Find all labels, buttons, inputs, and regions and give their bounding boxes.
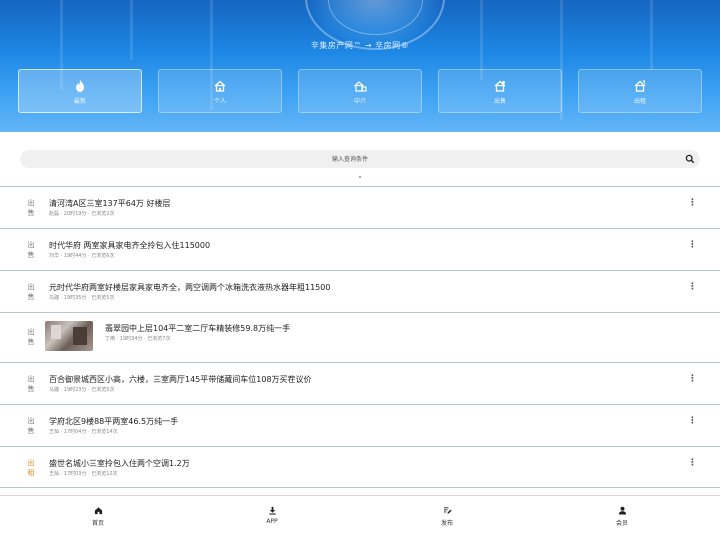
listing-meta: 赵磊 · 20时19分 · 已浏览2次 [49,211,115,217]
tab-agency[interactable]: 中介 [298,69,422,113]
category-char: 出 [27,375,35,383]
category-char: 出 [27,459,35,467]
listing-meta: 马骊 · 19时23分 · 已浏览5次 [49,387,115,393]
building-icon [354,81,367,92]
header-banner: 辛集房产网™ → 辛房网® 最新 个人 中介 出售 出租 [0,0,720,132]
listing-meta: 丁雨 · 19时34分 · 已浏览7次 [105,336,171,342]
nav-label: 首页 [91,520,104,527]
thumbnail-window [51,325,61,339]
nav-publish[interactable]: 发布 [417,506,477,527]
listing-title: 清河湾A区三室137平64万 好楼层 [49,199,171,208]
home-sale-icon [494,80,506,92]
category-char: 售 [27,338,35,346]
download-icon [268,506,276,515]
category-char: 售 [27,385,35,393]
tab-label: 个人 [213,98,226,105]
category-tabs: 最新 个人 中介 出售 出租 [18,69,702,113]
home-icon [214,80,226,92]
category-char: 出 [27,241,35,249]
banner-light-streak [130,0,133,60]
listing-list: 出 售 清河湾A区三室137平64万 好楼层 赵磊 · 20时19分 · 已浏览… [0,186,720,488]
category-char: 出 [27,328,35,336]
list-item[interactable]: 出 租 盛世名城小三室拎包入住两个空调1.2万 王灿 · 17时03分 · 已浏… [0,446,720,488]
listing-title: 时代华府 两室家具家电齐全拎包入住115000 [49,241,211,250]
listing-category: 出 租 [25,458,37,478]
listing-title: 元时代华府两室好楼层家具家电齐全，两空调两个冰箱洗衣液热水器年租11500 [49,283,331,292]
search-input[interactable] [20,150,680,168]
listing-category: 出 售 [25,416,37,436]
listing-title: 学府北区9楼88平两室46.5万纯一手 [49,417,179,426]
tab-latest[interactable]: 最新 [18,69,142,113]
more-options-icon[interactable]: ⋮ [688,375,697,384]
category-char: 售 [27,251,35,259]
category-char: 出 [27,283,35,291]
tab-label: 出售 [493,98,506,105]
banner-light-streak [650,0,653,70]
list-item[interactable]: 出 售 时代华府 两室家具家电齐全拎包入住115000 刘华 · 19时44分 … [0,228,720,270]
listing-thumbnail[interactable] [45,321,93,351]
home-rent-icon [634,80,646,92]
category-char: 售 [27,293,35,301]
list-item[interactable]: 出 售 翡翠园中上层104平二室二厅车精装修59.8万纯一手 丁雨 · 19时3… [0,312,720,362]
pull-indicator [359,176,361,178]
category-char: 出 [27,199,35,207]
category-char: 出 [27,417,35,425]
tab-personal[interactable]: 个人 [158,69,282,113]
category-char: 租 [27,469,35,477]
tab-label: 出租 [633,98,646,105]
listing-meta: 刘华 · 19时44分 · 已浏览6次 [49,253,115,259]
home-icon [94,507,102,515]
list-item[interactable]: 出 售 学府北区9楼88平两室46.5万纯一手 王灿 · 17时04分 · 已浏… [0,404,720,446]
listing-meta: 王灿 · 17时03分 · 已浏览12次 [49,471,118,477]
listing-title: 百合御景城西区小高，六楼，三室两厅145平带储藏间车位108万买茬议价 [49,375,312,384]
site-title: 辛集房产网™ → 辛房网® [310,41,410,50]
category-char: 售 [27,427,35,435]
nav-app[interactable]: APP [242,506,302,525]
listing-category: 出 售 [25,198,37,218]
listing-title: 盛世名城小三室拎包入住两个空调1.2万 [49,459,190,468]
listing-category: 出 售 [25,374,37,394]
edit-icon [443,507,452,514]
listing-category: 出 售 [25,327,37,347]
search-icon[interactable] [685,154,695,164]
nav-member[interactable]: 会员 [592,506,652,527]
search-bar [20,150,700,168]
list-item[interactable]: 出 售 清河湾A区三室137平64万 好楼层 赵磊 · 20时19分 · 已浏览… [0,186,720,228]
nav-home[interactable]: 首页 [68,506,128,527]
fire-icon [76,80,84,92]
nav-label: 会员 [615,520,628,527]
thumbnail-door [73,327,87,345]
more-options-icon[interactable]: ⋮ [688,199,697,208]
bottom-nav: 首页 APP 发布 会员 [0,495,720,540]
tab-label: 最新 [73,98,86,105]
tab-label: 中介 [353,98,366,105]
listing-category: 出 售 [25,240,37,260]
listing-meta: 王灿 · 17时04分 · 已浏览14次 [49,429,118,435]
list-item[interactable]: 出 售 元时代华府两室好楼层家具家电齐全，两空调两个冰箱洗衣液热水器年租1150… [0,270,720,312]
more-options-icon[interactable]: ⋮ [688,241,697,250]
more-options-icon[interactable]: ⋮ [688,283,697,292]
listing-meta: 马骊 · 19时35分 · 已浏览5次 [49,295,115,301]
category-char: 售 [27,209,35,217]
tab-for-sale[interactable]: 出售 [438,69,562,113]
nav-label: 发布 [440,520,453,527]
listing-title: 翡翠园中上层104平二室二厅车精装修59.8万纯一手 [105,324,291,333]
listing-category: 出 售 [25,282,37,302]
more-options-icon[interactable]: ⋮ [688,417,697,426]
nav-label: APP [266,518,278,525]
user-icon [618,506,626,515]
tab-for-rent[interactable]: 出租 [578,69,702,113]
more-options-icon[interactable]: ⋮ [688,459,697,468]
list-item[interactable]: 出 售 百合御景城西区小高，六楼，三室两厅145平带储藏间车位108万买茬议价 … [0,362,720,404]
